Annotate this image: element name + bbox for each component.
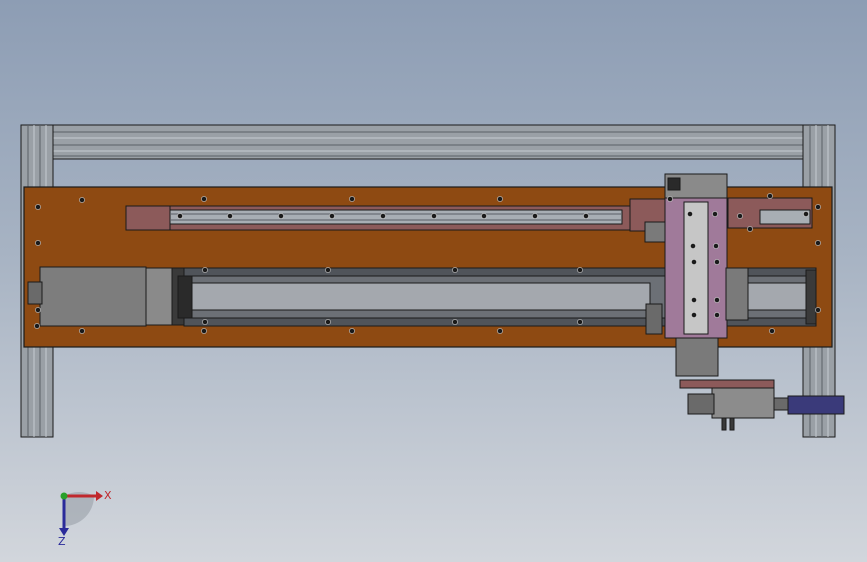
motor-flange bbox=[145, 267, 173, 326]
bolt-hole bbox=[380, 213, 386, 219]
cad-viewport[interactable]: X Z bbox=[0, 0, 867, 562]
bolt-hole bbox=[227, 213, 233, 219]
triad-y-axis bbox=[60, 492, 68, 500]
bolt-hole bbox=[79, 197, 85, 203]
bolt-hole bbox=[35, 307, 41, 313]
bolt-hole bbox=[747, 226, 753, 232]
bolt-hole bbox=[452, 267, 458, 273]
linear-guide-rail bbox=[169, 209, 623, 225]
bolt-hole bbox=[667, 196, 673, 202]
bolt-hole bbox=[691, 297, 697, 303]
bolt-hole bbox=[349, 328, 355, 334]
carriage-top-slot bbox=[667, 177, 681, 191]
bolt-hole bbox=[815, 240, 821, 246]
bolt-hole bbox=[35, 204, 41, 210]
motor-body bbox=[39, 266, 147, 327]
module-end-cap bbox=[805, 269, 817, 325]
bolt-hole bbox=[278, 213, 284, 219]
bolt-hole bbox=[177, 213, 183, 219]
gripper-rod bbox=[773, 397, 789, 411]
bolt-hole bbox=[325, 267, 331, 273]
triad-x-arrow bbox=[96, 491, 103, 501]
bolt-hole bbox=[691, 312, 697, 318]
bolt-hole bbox=[712, 211, 718, 217]
bolt-hole bbox=[532, 213, 538, 219]
rail-end-right bbox=[759, 209, 811, 225]
bolt-hole bbox=[714, 297, 720, 303]
bolt-hole bbox=[79, 328, 85, 334]
drive-motor bbox=[27, 266, 185, 327]
pneumatic-cylinder bbox=[787, 395, 845, 415]
bolt-hole bbox=[577, 319, 583, 325]
bolt-hole bbox=[690, 243, 696, 249]
bolt-hole bbox=[431, 213, 437, 219]
bolt-hole bbox=[202, 319, 208, 325]
bolt-hole bbox=[815, 307, 821, 313]
module-cover bbox=[189, 282, 651, 311]
carriage-foot bbox=[645, 303, 663, 335]
bolt-hole bbox=[713, 243, 719, 249]
bolt-hole bbox=[714, 312, 720, 318]
bolt-hole bbox=[325, 319, 331, 325]
bolt-hole bbox=[497, 328, 503, 334]
carriage-side-block bbox=[725, 267, 749, 321]
module-left-bracket bbox=[177, 275, 193, 319]
bolt-hole bbox=[329, 213, 335, 219]
carriage-lower-block bbox=[675, 337, 719, 377]
gripper-jaw bbox=[687, 393, 715, 415]
bolt-hole bbox=[737, 213, 743, 219]
bolt-hole bbox=[815, 204, 821, 210]
bolt-hole bbox=[691, 259, 697, 265]
bolt-hole bbox=[714, 259, 720, 265]
bolt-hole bbox=[687, 211, 693, 217]
bolt-hole bbox=[497, 196, 503, 202]
rail-mount-left bbox=[125, 205, 171, 231]
bolt-hole bbox=[452, 319, 458, 325]
bolt-hole bbox=[767, 193, 773, 199]
motor-connector bbox=[27, 281, 43, 305]
bolt-hole bbox=[35, 240, 41, 246]
bolt-hole bbox=[577, 267, 583, 273]
bolt-hole bbox=[202, 267, 208, 273]
bolt-hole bbox=[201, 328, 207, 334]
bolt-hole bbox=[34, 323, 40, 329]
frame-top-extrusion bbox=[51, 124, 805, 160]
bolt-hole bbox=[803, 211, 809, 217]
bolt-hole bbox=[201, 196, 207, 202]
carriage-left-block bbox=[644, 221, 666, 243]
bolt-hole bbox=[349, 196, 355, 202]
axis-triad: X Z bbox=[58, 489, 112, 548]
bolt-hole bbox=[481, 213, 487, 219]
triad-z-label: Z bbox=[58, 535, 66, 548]
triad-x-label: X bbox=[104, 489, 112, 502]
gripper-body bbox=[711, 387, 775, 419]
gripper-fitting-1 bbox=[721, 417, 727, 431]
bolt-hole bbox=[769, 328, 775, 334]
gripper-fitting-2 bbox=[729, 417, 735, 431]
module-cover-right bbox=[745, 282, 811, 311]
bolt-hole bbox=[583, 213, 589, 219]
gripper-mount-plate bbox=[679, 379, 775, 389]
